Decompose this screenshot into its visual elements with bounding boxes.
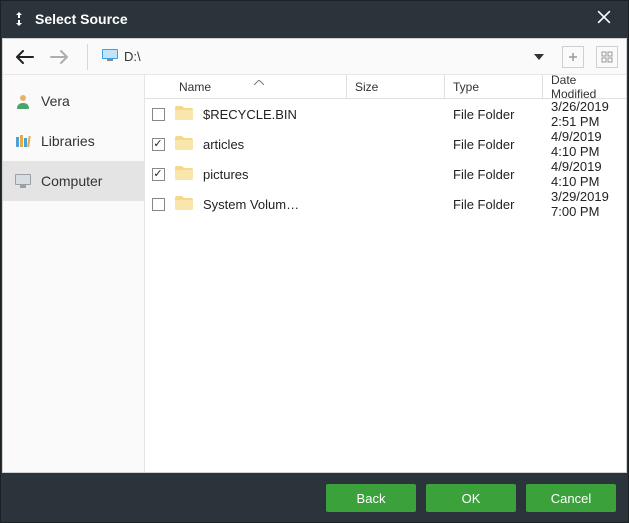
header-date[interactable]: Date Modified <box>543 75 626 98</box>
sidebar: Vera Libraries Computer <box>3 75 145 472</box>
table-row[interactable]: pictures File Folder4/9/2019 4:10 PM <box>145 159 626 189</box>
sidebar-item-libraries[interactable]: Libraries <box>3 121 144 161</box>
sidebar-item-label: Vera <box>41 93 70 109</box>
sidebar-item-label: Computer <box>41 173 102 189</box>
cancel-button[interactable]: Cancel <box>526 484 616 512</box>
header-type-label: Type <box>453 80 479 94</box>
row-type: File Folder <box>445 107 543 122</box>
path-bar[interactable]: D:\ <box>102 49 516 64</box>
folder-icon <box>175 136 193 153</box>
header-name[interactable]: Name <box>171 75 347 98</box>
rows-container: $RECYCLE.BINFile Folder3/26/2019 2:51 PM… <box>145 99 626 472</box>
header-check <box>145 75 171 98</box>
monitor-icon <box>102 49 118 64</box>
ok-button[interactable]: OK <box>426 484 516 512</box>
path-dropdown-button[interactable] <box>528 46 550 68</box>
sidebar-item-computer[interactable]: Computer <box>3 161 144 201</box>
row-checkbox[interactable] <box>152 168 165 181</box>
window: Select Source D:\ <box>0 0 629 523</box>
row-type: File Folder <box>445 197 543 212</box>
navbar: D:\ <box>3 39 626 75</box>
app-icon <box>11 11 27 27</box>
close-button[interactable] <box>594 7 618 31</box>
row-checkbox[interactable] <box>152 198 165 211</box>
libraries-icon <box>15 133 31 149</box>
new-folder-button[interactable] <box>562 46 584 68</box>
header-date-label: Date Modified <box>551 75 618 101</box>
header-name-label: Name <box>179 80 211 94</box>
computer-icon <box>15 173 31 189</box>
table-row[interactable]: $RECYCLE.BIN File Folder3/26/2019 2:51 PM <box>145 99 626 129</box>
header-size-label: Size <box>355 80 378 94</box>
row-type: File Folder <box>445 167 543 182</box>
file-listing: Name Size Type Date Modified $RECYCLE.BI… <box>145 75 626 472</box>
row-type: File Folder <box>445 137 543 152</box>
view-toggle-button[interactable] <box>596 46 618 68</box>
row-date: 3/29/2019 7:00 PM <box>543 189 626 219</box>
column-headers: Name Size Type Date Modified <box>145 75 626 99</box>
sort-asc-icon <box>254 75 264 88</box>
row-name: $RECYCLE.BIN <box>203 107 297 122</box>
row-name: articles <box>203 137 244 152</box>
header-size[interactable]: Size <box>347 75 445 98</box>
path-text: D:\ <box>124 49 141 64</box>
titlebar: Select Source <box>1 1 628 37</box>
back-button[interactable]: Back <box>326 484 416 512</box>
folder-icon <box>175 166 193 183</box>
table-row[interactable]: System Volum… File Folder3/29/2019 7:00 P… <box>145 189 626 219</box>
row-date: 3/26/2019 2:51 PM <box>543 99 626 129</box>
row-name: pictures <box>203 167 249 182</box>
footer: Back OK Cancel <box>1 474 628 522</box>
folder-icon <box>175 196 193 213</box>
row-checkbox[interactable] <box>152 138 165 151</box>
folder-icon <box>175 106 193 123</box>
nav-forward-button[interactable] <box>45 43 73 71</box>
user-icon <box>15 93 31 109</box>
header-type[interactable]: Type <box>445 75 543 98</box>
row-date: 4/9/2019 4:10 PM <box>543 129 626 159</box>
sidebar-item-label: Libraries <box>41 133 95 149</box>
table-row[interactable]: articles File Folder4/9/2019 4:10 PM <box>145 129 626 159</box>
body: Vera Libraries Computer <box>3 75 626 472</box>
sidebar-item-vera[interactable]: Vera <box>3 81 144 121</box>
row-checkbox[interactable] <box>152 108 165 121</box>
separator <box>87 44 88 70</box>
window-title: Select Source <box>35 11 594 27</box>
row-date: 4/9/2019 4:10 PM <box>543 159 626 189</box>
inner-panel: D:\ Vera <box>2 38 627 473</box>
nav-back-button[interactable] <box>11 43 39 71</box>
row-name: System Volum… <box>203 197 299 212</box>
content: D:\ Vera <box>1 37 628 474</box>
